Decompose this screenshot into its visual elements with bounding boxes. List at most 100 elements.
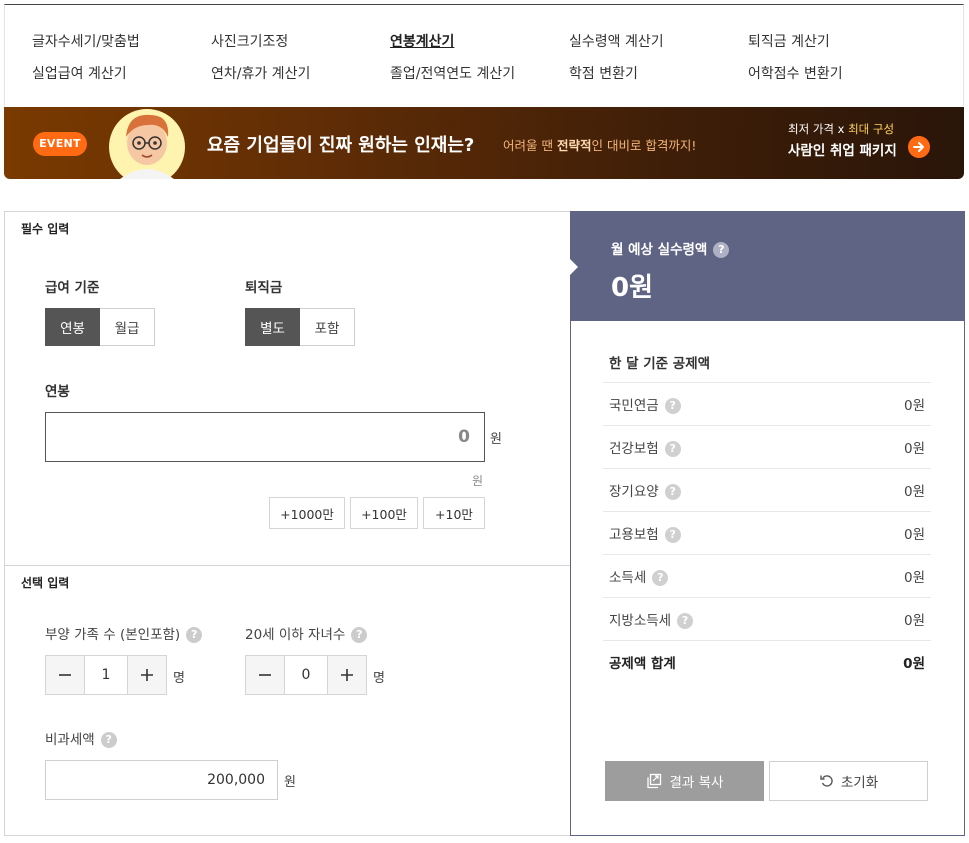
input-panel: 필수 입력 급여 기준 연봉 월급 퇴직금 별도 포함 연봉 0 원 원 +10… — [4, 211, 571, 836]
required-section-title: 필수 입력 — [21, 222, 70, 236]
children-unit: 명 — [373, 671, 385, 686]
add-1-million-button[interactable]: +100만 — [350, 497, 418, 529]
severance-included-button[interactable]: 포함 — [300, 308, 355, 346]
optional-section-title: 선택 입력 — [21, 576, 70, 590]
deduction-value: 0원 — [903, 570, 925, 586]
plus-icon[interactable] — [327, 655, 367, 695]
banner-subtitle-post: 인 대비로 합격까지! — [591, 138, 697, 153]
deduction-label: 고용보험 — [609, 527, 659, 543]
nontax-unit: 원 — [284, 775, 296, 790]
salary-label: 연봉 — [45, 384, 70, 400]
event-banner[interactable]: EVENT 요즘 기업들이 진짜 원하는 인재는? 어려울 땐 전략적인 대비로… — [4, 107, 964, 179]
help-icon[interactable]: ? — [664, 398, 681, 414]
help-icon[interactable]: ? — [100, 732, 117, 748]
character-avatar-icon — [109, 109, 185, 179]
net-pay-label: 월 예상 실수령액? — [611, 238, 730, 258]
deduction-value: 0원 — [903, 398, 925, 414]
deduction-total-value: 0원 — [903, 656, 925, 672]
deduction-label: 지방소득세 — [609, 613, 672, 629]
severance-separate-button[interactable]: 별도 — [245, 308, 300, 346]
severance-label: 퇴직금 — [245, 280, 283, 296]
help-icon[interactable]: ? — [652, 570, 669, 586]
salary-basis-monthly-button[interactable]: 월급 — [100, 308, 155, 346]
reset-label: 초기화 — [840, 775, 879, 791]
salary-basis-toggle: 연봉 월급 — [45, 308, 155, 346]
event-badge: EVENT — [33, 132, 87, 156]
dependents-value[interactable]: 1 — [85, 655, 127, 695]
banner-promo-line: 최저 가격 x 최대 구성 — [788, 121, 894, 137]
salary-basis-annual-button[interactable]: 연봉 — [45, 308, 100, 346]
deduction-total-row: 공제액 합계 0원 — [603, 640, 931, 683]
children-label-text: 20세 이하 자녀수 — [245, 627, 346, 643]
children-label: 20세 이하 자녀수? — [245, 623, 368, 643]
banner-subtitle-pre: 어려울 땐 — [503, 138, 557, 153]
dependents-unit: 명 — [173, 671, 185, 686]
deduction-row-long-term-care: 장기요양? 0원 — [603, 468, 931, 511]
copy-result-button[interactable]: 결과 복사 — [605, 761, 764, 801]
dependents-label-text: 부양 가족 수 (본인포함) — [45, 627, 181, 643]
panel-pointer — [570, 259, 578, 275]
nontax-input[interactable]: 200,000 — [45, 760, 278, 800]
severance-toggle: 별도 포함 — [245, 308, 355, 346]
nav-item-char-count[interactable]: 글자수세기/맞춤법 — [32, 31, 140, 51]
deduction-row-income-tax: 소득세? 0원 — [603, 554, 931, 597]
arrow-right-icon[interactable] — [908, 136, 930, 158]
help-icon[interactable]: ? — [351, 627, 368, 643]
help-icon[interactable]: ? — [664, 441, 681, 457]
deduction-label: 국민연금 — [609, 398, 659, 414]
deduction-value: 0원 — [903, 613, 925, 629]
salary-basis-label: 급여 기준 — [45, 280, 100, 296]
help-icon[interactable]: ? — [664, 484, 681, 500]
salary-unit: 원 — [490, 432, 502, 447]
nav-item-gpa-converter[interactable]: 학점 변환기 — [569, 63, 638, 83]
nav-item-language-score-converter[interactable]: 어학점수 변환기 — [748, 63, 843, 83]
deduction-row-local-income-tax: 지방소득세? 0원 — [603, 597, 931, 640]
reset-button[interactable]: 초기화 — [769, 761, 928, 801]
deduction-row-national-pension: 국민연금? 0원 — [603, 382, 931, 425]
deduction-total-label: 공제액 합계 — [609, 656, 676, 672]
banner-package-name: 사람인 취업 패키지 — [788, 143, 897, 159]
deduction-label: 장기요양 — [609, 484, 659, 500]
add-10-million-button[interactable]: +1000만 — [269, 497, 345, 529]
nav-item-unemployment-calculator[interactable]: 실업급여 계산기 — [32, 63, 127, 83]
nav-item-photo-resize[interactable]: 사진크기조정 — [211, 31, 288, 51]
section-divider — [5, 565, 571, 566]
help-icon[interactable]: ? — [713, 242, 730, 258]
deduction-row-employment-insurance: 고용보험? 0원 — [603, 511, 931, 554]
nav-item-vacation-calculator[interactable]: 연차/휴가 계산기 — [211, 63, 310, 83]
add-100-thousand-button[interactable]: +10만 — [423, 497, 485, 529]
salary-hint-unit: 원 — [472, 474, 484, 488]
salary-input[interactable]: 0 — [45, 412, 485, 462]
nontax-label: 비과세액? — [45, 728, 117, 748]
deduction-label: 건강보험 — [609, 441, 659, 457]
nav-item-severance-calculator[interactable]: 퇴직금 계산기 — [748, 31, 830, 51]
nav-item-net-pay-calculator[interactable]: 실수령액 계산기 — [569, 31, 664, 51]
minus-icon[interactable] — [45, 655, 85, 695]
help-icon[interactable]: ? — [186, 627, 203, 643]
copy-icon — [646, 773, 661, 789]
dependents-stepper: 1 — [45, 655, 167, 695]
refresh-icon — [820, 775, 833, 787]
copy-result-label: 결과 복사 — [669, 775, 724, 791]
minus-icon[interactable] — [245, 655, 285, 695]
deduction-value: 0원 — [903, 527, 925, 543]
net-pay-label-text: 월 예상 실수령액 — [611, 242, 708, 258]
help-icon[interactable]: ? — [677, 613, 694, 629]
banner-subtitle: 어려울 땐 전략적인 대비로 합격까지! — [503, 135, 696, 154]
banner-title: 요즘 기업들이 진짜 원하는 인재는? — [207, 135, 475, 156]
net-pay-value: 0원 — [611, 273, 654, 303]
calculator-nav: 글자수세기/맞춤법 사진크기조정 연봉계산기 실수령액 계산기 퇴직금 계산기 … — [4, 4, 964, 106]
result-panel: 월 예상 실수령액? 0원 한 달 기준 공제액 국민연금? 0원 건강보험? 0원… — [570, 211, 965, 836]
nav-item-salary-calculator[interactable]: 연봉계산기 — [390, 31, 454, 51]
plus-icon[interactable] — [127, 655, 167, 695]
deduction-list: 국민연금? 0원 건강보험? 0원 장기요양? 0원 고용보험? 0원 소득세? 0원 지… — [603, 382, 931, 683]
nontax-label-text: 비과세액 — [45, 732, 95, 748]
deduction-value: 0원 — [903, 441, 925, 457]
banner-promo-highlight: 최대 구성 — [848, 122, 895, 136]
children-stepper: 0 — [245, 655, 367, 695]
dependents-label: 부양 가족 수 (본인포함)? — [45, 623, 203, 643]
nav-item-graduation-year-calculator[interactable]: 졸업/전역연도 계산기 — [390, 63, 515, 83]
children-value[interactable]: 0 — [285, 655, 327, 695]
banner-promo-pre: 최저 가격 x — [788, 122, 849, 136]
help-icon[interactable]: ? — [664, 527, 681, 543]
